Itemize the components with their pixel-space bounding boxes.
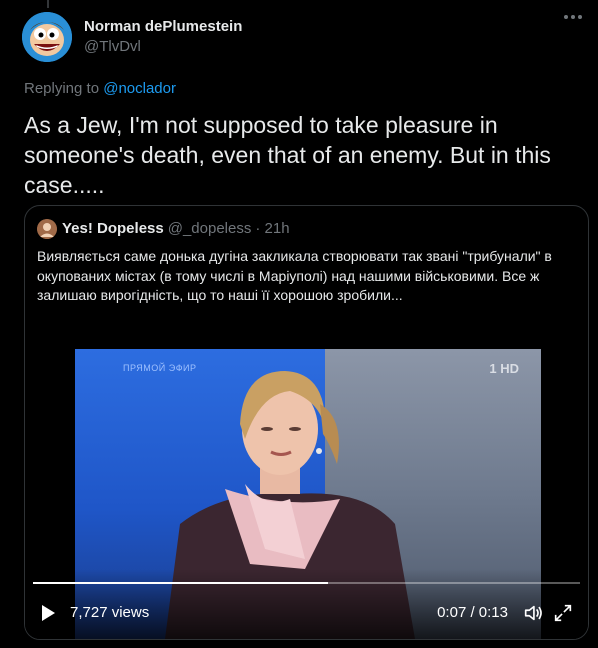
volume-icon[interactable]	[522, 602, 544, 624]
video-progress-fill	[33, 582, 329, 584]
thread-connector-line	[47, 0, 49, 8]
quoted-tweet[interactable]: Yes! Dopeless @_dopeless · 21h Виявляєть…	[24, 205, 589, 640]
fullscreen-icon[interactable]	[552, 602, 574, 624]
video-time: 0:07 / 0:13	[437, 604, 508, 621]
replying-to: Replying to @noclador	[24, 79, 176, 99]
replying-to-mention[interactable]: @noclador	[103, 80, 176, 97]
author-display-name[interactable]: Norman dePlumestein	[84, 17, 242, 37]
author-names: Norman dePlumestein @TlvDvl	[84, 17, 242, 57]
video-progress-bar[interactable]	[33, 582, 580, 584]
more-horizontal-icon[interactable]	[564, 15, 582, 19]
video-view-count: 7,727 views	[70, 604, 150, 621]
tweet-text: As a Jew, I'm not supposed to take pleas…	[24, 112, 551, 198]
quoted-tweet-text: Виявляється саме донька дугіна закликала…	[37, 248, 552, 303]
replying-prefix: Replying to	[24, 80, 100, 97]
quoted-author-display-name: Yes! Dopeless	[62, 220, 164, 237]
author-handle[interactable]: @TlvDvl	[84, 37, 242, 57]
quoted-tweet-header: Yes! Dopeless @_dopeless · 21h	[37, 219, 290, 239]
quoted-tweet-time: · 21h	[255, 220, 290, 237]
tweet-header: Norman dePlumestein @TlvDvl	[22, 12, 242, 62]
quoted-author-handle: @_dopeless	[167, 220, 252, 237]
quoted-author-avatar	[37, 219, 57, 239]
play-icon[interactable]	[39, 604, 57, 622]
video-player[interactable]: ПРЯМОЙ ЭФИР 1 HD	[25, 306, 588, 639]
author-avatar[interactable]	[22, 12, 72, 62]
